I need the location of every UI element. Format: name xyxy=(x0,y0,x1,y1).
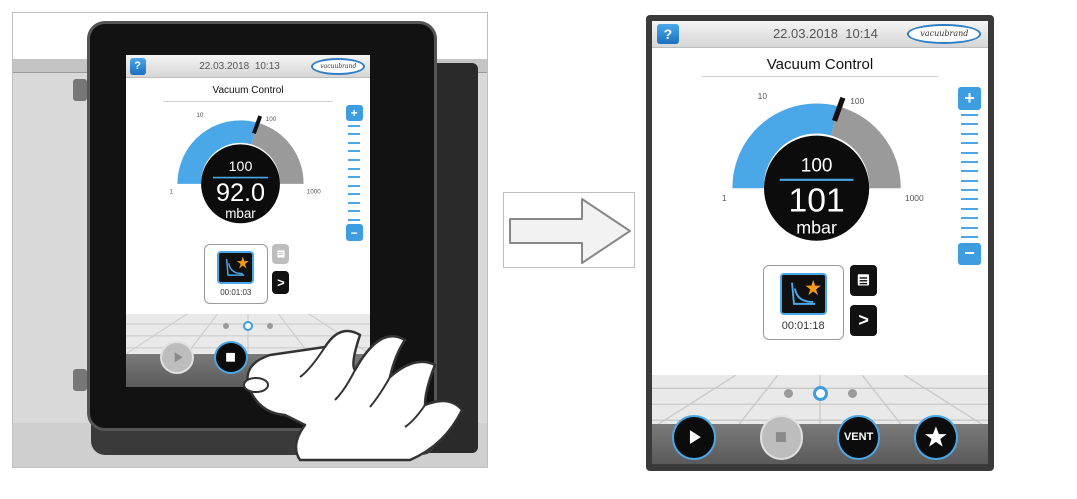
vac-label: VAC xyxy=(184,189,195,195)
start-button[interactable] xyxy=(160,340,195,374)
page-title: Vacuum Control xyxy=(212,84,284,96)
setpoint-scale[interactable] xyxy=(961,114,978,238)
hinge xyxy=(73,369,87,391)
tick-label-1: 1 xyxy=(170,188,174,195)
tick-label-10: 10 xyxy=(197,112,205,119)
minus-icon: − xyxy=(350,225,358,240)
program-time: 00:01:18 xyxy=(781,319,825,332)
tick-label-1000: 1000 xyxy=(905,193,924,203)
list-icon xyxy=(277,250,285,258)
tick-label-100: 100 xyxy=(266,116,277,123)
star-icon xyxy=(925,426,947,447)
atm-label: ATM xyxy=(876,194,891,203)
hinge xyxy=(73,79,87,101)
decrease-button[interactable]: − xyxy=(957,242,982,265)
stop-button[interactable] xyxy=(759,415,804,460)
setpoint-scale[interactable] xyxy=(348,124,361,221)
date-text: 22.03.2018 xyxy=(772,26,839,42)
time-text: 10:13 xyxy=(254,60,280,72)
vent-label: VENT xyxy=(843,431,874,444)
logo-text: vacuubrand xyxy=(920,29,969,39)
tick-label-1000: 1000 xyxy=(307,188,321,195)
start-button[interactable] xyxy=(672,415,716,460)
question-icon: ? xyxy=(663,25,673,42)
brand-logo: vacuubrand xyxy=(311,57,366,75)
vac-label: VAC xyxy=(741,194,756,203)
transition-arrow-box xyxy=(503,192,635,268)
tick-label-1: 1 xyxy=(722,193,727,203)
pressure-value: 92.0 xyxy=(216,179,265,207)
minus-icon: − xyxy=(964,243,975,264)
curve-chart-icon xyxy=(217,251,255,285)
stop-icon xyxy=(776,432,787,443)
pressure-value: 101 xyxy=(789,182,845,219)
increase-button[interactable]: + xyxy=(345,104,363,122)
page-indicator[interactable] xyxy=(652,384,988,402)
right-arrow-icon xyxy=(509,198,631,264)
brand-logo: vacuubrand xyxy=(907,24,982,44)
favourite-button[interactable] xyxy=(914,415,958,460)
next-button[interactable]: > xyxy=(850,304,878,336)
vent-button[interactable]: VENT xyxy=(836,415,881,460)
play-icon xyxy=(690,430,701,445)
time-text: 10:14 xyxy=(845,26,878,42)
datetime: 22.03.2018 10:14 xyxy=(773,21,878,47)
chevron-right-icon: > xyxy=(277,274,285,290)
star-icon xyxy=(805,279,821,296)
program-card[interactable]: 00:01:18 xyxy=(762,264,844,340)
menu-button[interactable] xyxy=(272,244,290,265)
increase-button[interactable]: + xyxy=(957,87,982,110)
chevron-right-icon: > xyxy=(858,309,869,330)
pressure-unit: mbar xyxy=(225,206,256,221)
tick-label-100: 100 xyxy=(850,96,864,106)
star-icon xyxy=(237,256,250,269)
logo-text: vacuubrand xyxy=(320,62,357,70)
tick-label-10: 10 xyxy=(758,91,768,101)
pressure-unit: mbar xyxy=(796,217,837,237)
list-icon xyxy=(858,274,870,286)
plus-icon: + xyxy=(350,106,358,121)
plus-icon: + xyxy=(964,88,975,108)
menu-button[interactable] xyxy=(850,264,878,296)
help-button[interactable]: ? xyxy=(129,57,146,75)
setpoint-value: 100 xyxy=(229,159,253,175)
datetime: 22.03.2018 10:13 xyxy=(199,55,280,77)
setpoint-value: 100 xyxy=(801,155,833,176)
pressure-gauge: 100 92.0 mbar 1 10 100 1000 VAC ATM xyxy=(170,112,321,224)
title-divider xyxy=(702,76,938,78)
curve-chart-icon xyxy=(779,272,827,316)
page-title: Vacuum Control xyxy=(766,56,874,74)
question-icon: ? xyxy=(134,60,141,73)
play-icon xyxy=(174,352,183,363)
help-button[interactable]: ? xyxy=(657,24,679,44)
atm-label: ATM xyxy=(285,189,297,195)
large-touchscreen: ? 22.03.2018 10:14 vacuubrand Vacuum Con… xyxy=(652,21,988,464)
pointing-hand-icon xyxy=(243,329,464,462)
date-text: 22.03.2018 xyxy=(199,60,250,72)
pressure-gauge: 100 101 mbar 1 10 100 1000 VAC ATM xyxy=(722,91,924,241)
next-button[interactable]: > xyxy=(272,270,290,295)
decrease-button[interactable]: − xyxy=(345,224,363,241)
title-divider xyxy=(162,101,334,103)
